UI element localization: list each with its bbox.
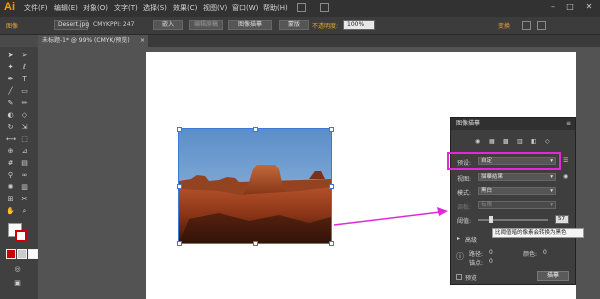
preset-list-icon[interactable]: ☰: [563, 157, 568, 164]
grayscale-icon[interactable]: ▥: [517, 138, 523, 145]
outline-icon[interactable]: ◇: [545, 138, 550, 145]
threshold-label: 阈值:: [457, 218, 472, 225]
paths-value: 0: [489, 249, 493, 256]
low-color-icon[interactable]: ▩: [503, 138, 509, 145]
expand-triangle-icon[interactable]: ▸: [457, 235, 460, 242]
high-color-icon[interactable]: ▦: [489, 138, 495, 145]
auto-color-icon[interactable]: ◉: [475, 138, 480, 145]
image-trace-panel: 图像描摹 ≡ ◉ ▦ ▩ ▥ ◧ ◇ 预设: 自定 ▾ ☰ 视图: 描摹结果 ▾ ◉…: [450, 117, 576, 285]
palette-value: 有限: [481, 202, 493, 208]
palette-dropdown[interactable]: 有限 ▾: [478, 201, 556, 209]
black-white-icon[interactable]: ◧: [531, 138, 537, 145]
view-dropdown[interactable]: 描摹结果 ▾: [478, 173, 556, 181]
panel-menu-icon[interactable]: ≡: [566, 120, 571, 127]
panel-title[interactable]: 图像描摹: [451, 118, 575, 130]
threshold-tooltip: 比阈值暗的像素会转换为黑色: [492, 228, 584, 238]
colors-label: 颜色:: [523, 251, 538, 258]
preview-label: 预览: [465, 275, 478, 282]
mode-dropdown[interactable]: 黑白 ▾: [478, 187, 556, 195]
threshold-input[interactable]: 57: [555, 215, 569, 224]
mode-value: 黑白: [481, 188, 493, 194]
preview-checkbox[interactable]: [456, 274, 462, 280]
paths-label: 路径:: [469, 251, 484, 258]
view-value: 描摹结果: [481, 174, 504, 180]
palette-label: 调板:: [457, 204, 472, 211]
info-icon: ⓘ: [456, 252, 464, 261]
view-label: 视图:: [457, 176, 472, 183]
anchors-value: 0: [489, 258, 493, 265]
preset-highlight-box: [447, 152, 561, 170]
mode-label: 模式:: [457, 190, 472, 197]
eye-icon[interactable]: ◉: [563, 173, 568, 180]
advanced-toggle[interactable]: 高级: [465, 235, 477, 244]
anchors-label: 锚点:: [469, 260, 484, 267]
threshold-slider-thumb[interactable]: [489, 216, 493, 223]
chevron-down-icon: ▾: [550, 202, 553, 208]
colors-value: 0: [543, 249, 547, 256]
trace-button[interactable]: 描摹: [537, 271, 569, 281]
chevron-down-icon: ▾: [550, 174, 553, 180]
chevron-down-icon: ▾: [550, 188, 553, 194]
